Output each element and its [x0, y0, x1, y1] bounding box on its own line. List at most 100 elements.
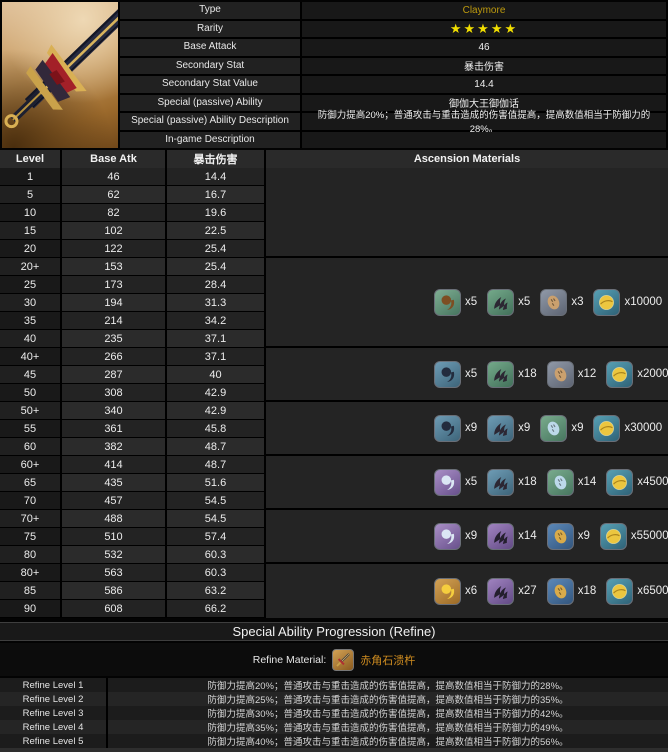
mora-icon[interactable] [600, 523, 627, 550]
mora-icon[interactable] [606, 578, 633, 605]
material-quantity: x5 [465, 296, 477, 308]
refine-level-label: Refine Level 3 [0, 706, 108, 720]
level-cell: 75 [0, 528, 62, 546]
material-quantity: x30000 [624, 422, 662, 434]
mora-icon[interactable] [606, 361, 633, 388]
info-label: Special (passive) Ability Description [120, 113, 300, 130]
material-quantity: x3 [571, 296, 583, 308]
level-cell: 30 [0, 294, 62, 312]
ascension-gem-icon[interactable] [434, 415, 461, 442]
refine-level-label: Refine Level 5 [0, 734, 108, 748]
ascension-block-6: x6 x27 x18 x65000 [266, 564, 668, 618]
weapon-type-link[interactable]: Claymore [302, 2, 666, 19]
atk-cell: 382 [62, 438, 167, 456]
table-row: 2012225.4 [0, 240, 266, 258]
table-row: 70+48854.5 [0, 510, 266, 528]
ascension-gem-icon[interactable] [434, 289, 461, 316]
ascension-block-2: x5 x18 x12 x20000 [266, 348, 668, 402]
atk-cell: 287 [62, 366, 167, 384]
mora-icon[interactable] [606, 469, 633, 496]
material-item: x18 [487, 361, 537, 388]
material-quantity: x18 [578, 585, 597, 597]
table-row: 6543551.6 [0, 474, 266, 492]
table-row: 108219.6 [0, 204, 266, 222]
table-row: 8558663.2 [0, 582, 266, 600]
table-row: 8053260.3 [0, 546, 266, 564]
passive-ability-description: 防御力提高20%；普通攻击与重击造成的伤害值提高，提高数值相当于防御力的28%。 [302, 113, 666, 130]
level-cell: 20+ [0, 258, 62, 276]
level-cell: 90 [0, 600, 62, 618]
level-cell: 10 [0, 204, 62, 222]
refine-level-label: Refine Level 1 [0, 678, 108, 692]
ascension-gem-icon[interactable] [434, 361, 461, 388]
claw-material-icon[interactable] [487, 523, 514, 550]
ascension-gem-icon[interactable] [434, 523, 461, 550]
secondary-cell: 19.6 [167, 204, 266, 222]
atk-cell: 608 [62, 600, 167, 618]
atk-cell: 510 [62, 528, 167, 546]
material-item: x5 [434, 289, 477, 316]
ascension-gem-icon[interactable] [434, 578, 461, 605]
table-row: 7045754.5 [0, 492, 266, 510]
claw-material-icon[interactable] [487, 289, 514, 316]
table-row: 2517328.4 [0, 276, 266, 294]
refine-level-description: 防御力提高25%；普通攻击与重击造成的伤害值提高，提高数值相当于防御力的35%。 [108, 692, 668, 706]
handguard-material-icon[interactable] [547, 523, 574, 550]
claw-material-icon[interactable] [487, 361, 514, 388]
claw-material-icon[interactable] [487, 415, 514, 442]
atk-cell: 361 [62, 420, 167, 438]
handguard-material-icon[interactable] [547, 578, 574, 605]
handguard-material-icon[interactable] [540, 415, 567, 442]
table-row: Refine Level 1 防御力提高20%；普通攻击与重击造成的伤害值提高，… [0, 678, 668, 692]
ascension-block-empty [266, 168, 668, 258]
table-row: 5536145.8 [0, 420, 266, 438]
atk-cell: 414 [62, 456, 167, 474]
handguard-material-icon[interactable] [540, 289, 567, 316]
secondary-cell: 66.2 [167, 600, 266, 618]
secondary-cell: 45.8 [167, 420, 266, 438]
material-item: x14 [547, 469, 597, 496]
mora-icon[interactable] [593, 289, 620, 316]
material-item: x3 [540, 289, 583, 316]
material-quantity: x9 [578, 530, 590, 542]
secondary-cell: 48.7 [167, 456, 266, 474]
material-quantity: x5 [465, 476, 477, 488]
ingame-description-value [302, 132, 666, 149]
atk-cell: 122 [62, 240, 167, 258]
material-quantity: x10000 [624, 296, 662, 308]
secondary-cell: 22.5 [167, 222, 266, 240]
refine-material-icon[interactable] [332, 649, 354, 671]
material-item: x45000 [606, 469, 668, 496]
material-item: x27 [487, 578, 537, 605]
secondary-cell: 60.3 [167, 564, 266, 582]
material-quantity: x27 [518, 585, 537, 597]
atk-cell: 153 [62, 258, 167, 276]
secondary-cell: 54.5 [167, 510, 266, 528]
material-quantity: x18 [518, 368, 537, 380]
table-row: Refine Level 2 防御力提高25%；普通攻击与重击造成的伤害值提高，… [0, 692, 668, 706]
level-cell: 55 [0, 420, 62, 438]
col-header-base-atk: Base Atk [62, 150, 167, 168]
claw-material-icon[interactable] [487, 578, 514, 605]
bottom-scroll-bar[interactable] [0, 748, 668, 752]
secondary-cell: 37.1 [167, 348, 266, 366]
level-cell: 20 [0, 240, 62, 258]
claw-material-icon[interactable] [487, 469, 514, 496]
material-item: x18 [547, 578, 597, 605]
handguard-material-icon[interactable] [547, 469, 574, 496]
material-quantity: x45000 [637, 476, 668, 488]
handguard-material-icon[interactable] [547, 361, 574, 388]
refine-level-description: 防御力提高40%；普通攻击与重击造成的伤害值提高，提高数值相当于防御力的56%。 [108, 734, 668, 748]
secondary-cell: 37.1 [167, 330, 266, 348]
secondary-cell: 14.4 [167, 168, 266, 186]
mora-icon[interactable] [593, 415, 620, 442]
atk-cell: 308 [62, 384, 167, 402]
ascension-gem-icon[interactable] [434, 469, 461, 496]
base-attack-value: 46 [302, 39, 666, 56]
table-row: 3521434.2 [0, 312, 266, 330]
material-item: x9 [547, 523, 590, 550]
refine-material-name[interactable]: 赤角石溃杵 [360, 652, 415, 668]
info-label: Type [120, 2, 300, 19]
atk-cell: 214 [62, 312, 167, 330]
refine-material-label: Refine Material: [253, 654, 327, 666]
